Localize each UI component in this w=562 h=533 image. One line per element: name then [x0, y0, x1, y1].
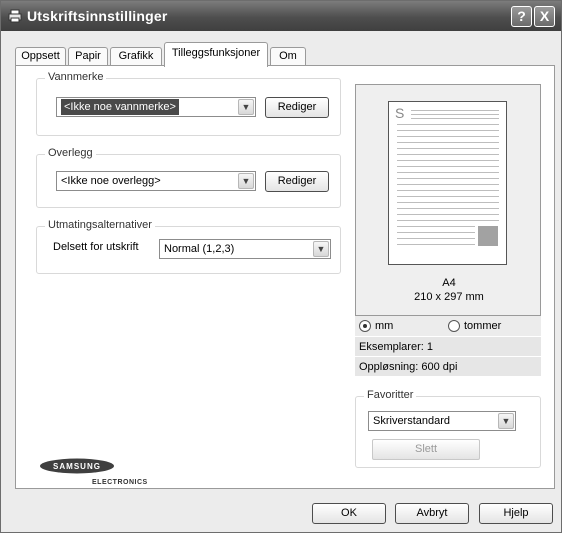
copies-info: Eksemplarer: 1 — [355, 336, 541, 356]
preview-line — [397, 166, 499, 167]
overlay-select[interactable]: <Ikke noe overlegg> ▼ — [56, 171, 256, 191]
preview-line — [397, 196, 499, 197]
preview-line — [397, 124, 499, 125]
tab-tilleggsfunksjoner[interactable]: Tilleggsfunksjoner — [164, 42, 268, 67]
tab-om[interactable]: Om — [270, 47, 306, 66]
chevron-down-icon[interactable]: ▼ — [498, 413, 514, 429]
favorites-group-title: Favoritter — [364, 389, 417, 401]
preview-line — [397, 178, 499, 179]
preview-line — [397, 184, 499, 185]
tab-papir[interactable]: Papir — [68, 47, 108, 66]
watermark-select-value: <Ikke noe vannmerke> — [61, 99, 179, 115]
cancel-button[interactable]: Avbryt — [395, 503, 469, 524]
print-subset-label: Delsett for utskrift — [53, 241, 139, 253]
preview-line — [411, 110, 499, 111]
preview-line — [411, 114, 499, 115]
tab-panel: Vannmerke <Ikke noe vannmerke> ▼ Rediger… — [15, 65, 555, 489]
help-title-button[interactable]: ? — [511, 6, 532, 27]
ok-button[interactable]: OK — [312, 503, 386, 524]
print-subset-select[interactable]: Normal (1,2,3) ▼ — [159, 239, 331, 259]
radio-inch[interactable] — [448, 320, 460, 332]
preview-line — [397, 160, 499, 161]
overlay-group: Overlegg <Ikke noe overlegg> ▼ Rediger — [36, 147, 341, 208]
favorites-select[interactable]: Skriverstandard ▼ — [368, 411, 516, 431]
svg-text:ELECTRONICS: ELECTRONICS — [92, 479, 148, 486]
radio-mm-label: mm — [375, 320, 394, 332]
preview-line — [397, 220, 499, 221]
preview-line — [397, 130, 499, 131]
overlay-select-value: <Ikke noe overlegg> — [61, 175, 161, 187]
resolution-info: Oppløsning: 600 dpi — [355, 356, 541, 376]
page-thumbnail: S — [388, 101, 507, 265]
preview-line — [397, 148, 499, 149]
preview-line — [397, 202, 499, 203]
preview-line — [397, 244, 475, 245]
preview-line — [397, 208, 499, 209]
print-preferences-window: Utskriftsinnstillinger ? X Oppsett Papir… — [0, 0, 562, 533]
preview-line — [397, 136, 499, 137]
preview-line — [397, 232, 475, 233]
help-button[interactable]: Hjelp — [479, 503, 553, 524]
preview-line — [397, 214, 499, 215]
favorites-delete-button[interactable]: Slett — [372, 439, 480, 460]
page-letter: S — [395, 105, 405, 121]
preview-line — [397, 238, 475, 239]
preview-line — [397, 142, 499, 143]
radio-inch-label: tommer — [464, 320, 502, 332]
chevron-down-icon[interactable]: ▼ — [313, 241, 329, 257]
output-options-group-title: Utmatingsalternativer — [45, 219, 155, 231]
watermark-select[interactable]: <Ikke noe vannmerke> ▼ — [56, 97, 256, 117]
window-title: Utskriftsinnstillinger — [27, 8, 168, 24]
print-subset-value: Normal (1,2,3) — [164, 243, 235, 255]
radio-mm[interactable] — [359, 320, 371, 332]
favorites-select-value: Skriverstandard — [373, 415, 451, 427]
watermark-group-title: Vannmerke — [45, 71, 107, 83]
preview-line — [397, 154, 499, 155]
favorites-group: Favoritter Skriverstandard ▼ Slett — [355, 389, 541, 468]
preview-line — [397, 172, 499, 173]
tab-oppsett[interactable]: Oppsett — [15, 47, 66, 66]
svg-text:SAMSUNG: SAMSUNG — [53, 462, 101, 471]
close-title-button[interactable]: X — [534, 6, 555, 27]
title-bar[interactable]: Utskriftsinnstillinger ? X — [1, 1, 561, 31]
output-options-group: Utmatingsalternativer Delsett for utskri… — [36, 219, 341, 274]
preview-line — [397, 190, 499, 191]
paper-size: 210 x 297 mm — [414, 291, 484, 303]
image-placeholder — [478, 226, 498, 246]
overlay-edit-button[interactable]: Rediger — [265, 171, 329, 192]
unit-selector: mm tommer — [355, 316, 541, 336]
watermark-group: Vannmerke <Ikke noe vannmerke> ▼ Rediger — [36, 71, 341, 136]
chevron-down-icon[interactable]: ▼ — [238, 99, 254, 115]
chevron-down-icon[interactable]: ▼ — [238, 173, 254, 189]
page-preview: S A4 210 x 297 mm — [355, 84, 541, 316]
paper-name: A4 — [442, 277, 456, 289]
watermark-edit-button[interactable]: Rediger — [265, 97, 329, 118]
tab-grafikk[interactable]: Grafikk — [110, 47, 162, 66]
samsung-electronics-logo: SAMSUNG ELECTRONICS — [40, 458, 148, 486]
overlay-group-title: Overlegg — [45, 147, 96, 159]
preview-line — [411, 118, 499, 119]
printer-icon — [8, 9, 22, 23]
preview-line — [397, 226, 475, 227]
